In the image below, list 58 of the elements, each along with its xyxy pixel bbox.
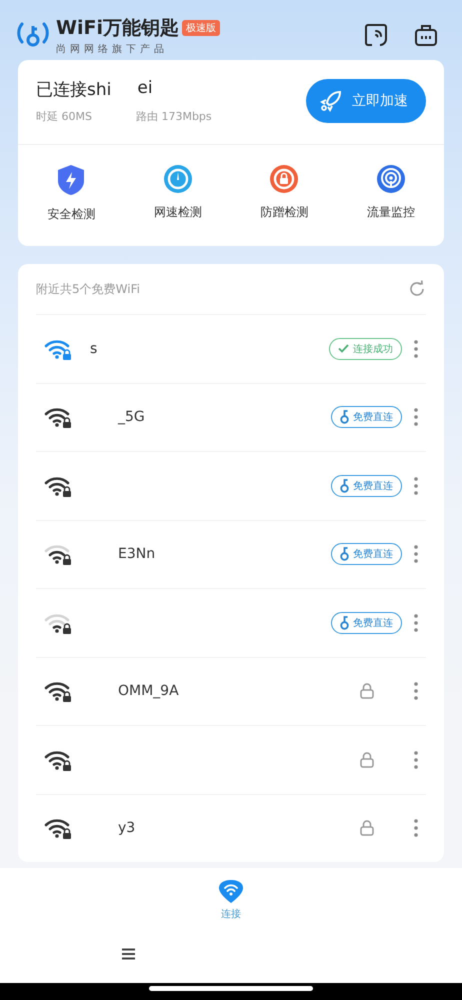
connection-title: ei xyxy=(137,78,153,100)
network-name: s xyxy=(90,340,98,357)
wifi-lock-icon xyxy=(44,817,72,840)
boost-button[interactable]: 立即加速 xyxy=(306,79,426,123)
app-name: WiFi万能钥匙 xyxy=(56,16,179,40)
network-name: E3Nn xyxy=(118,546,156,562)
wifi-lock-icon xyxy=(44,748,72,771)
free-connect-button[interactable]: 免费直连 xyxy=(331,406,402,428)
tool-button[interactable]: 防蹭检测 xyxy=(231,163,338,224)
more-icon[interactable] xyxy=(414,682,418,700)
connected-status: 连接成功 xyxy=(329,338,402,360)
shield-icon xyxy=(56,164,86,196)
lock-icon xyxy=(360,752,374,768)
more-icon[interactable] xyxy=(414,408,418,426)
wifi-lock-icon xyxy=(44,406,72,428)
edition-badge: 极速版 xyxy=(182,20,220,36)
more-icon[interactable] xyxy=(414,340,418,358)
key-icon xyxy=(340,616,349,630)
tool-button[interactable]: 网速检测 xyxy=(124,163,231,224)
key-icon xyxy=(340,410,349,424)
network-name: OMM_9A xyxy=(118,683,179,700)
menu-icon[interactable] xyxy=(122,948,135,960)
toolbox-icon[interactable] xyxy=(414,23,438,47)
wifi-lock-icon xyxy=(44,474,72,497)
check-icon xyxy=(338,344,349,354)
key-icon xyxy=(340,478,349,493)
wifi-lock-icon xyxy=(44,543,72,566)
more-icon[interactable] xyxy=(414,476,418,495)
more-icon[interactable] xyxy=(414,545,418,564)
more-icon[interactable] xyxy=(414,819,418,838)
nearby-title: 附近共5个免费WiFi xyxy=(36,280,140,298)
wifi-lock-icon xyxy=(44,612,72,634)
more-icon[interactable] xyxy=(414,750,418,769)
wifi-lock-icon xyxy=(44,338,72,360)
speedometer-icon xyxy=(162,164,193,194)
wifi-icon xyxy=(218,879,244,903)
more-icon[interactable] xyxy=(414,614,418,632)
connection-stat: 时延 60MS xyxy=(36,109,92,124)
lock-refresh-icon xyxy=(269,164,300,194)
connection-stat: 路由 173Mbps xyxy=(136,109,212,124)
key-icon xyxy=(340,547,349,562)
connection-title: 已连接shi xyxy=(36,79,112,101)
refresh-icon[interactable] xyxy=(408,280,426,298)
free-connect-button[interactable]: 免费直连 xyxy=(331,543,402,566)
free-connect-button[interactable]: 免费直连 xyxy=(331,612,402,634)
lock-icon xyxy=(360,820,374,836)
nav-tab[interactable]: 连接 xyxy=(212,878,250,922)
tool-button[interactable]: 流量监控 xyxy=(338,163,444,224)
signal-icon xyxy=(376,164,406,194)
network-name: _5G xyxy=(118,409,145,426)
rocket-icon xyxy=(320,90,342,112)
wifi-lock-icon xyxy=(44,680,72,702)
cast-icon[interactable] xyxy=(364,23,388,47)
network-name: y3 xyxy=(118,820,136,836)
tagline: 尚网网络旗下产品 xyxy=(56,42,169,56)
lock-icon xyxy=(360,683,374,700)
free-connect-button[interactable]: 免费直连 xyxy=(331,474,402,497)
tool-button[interactable]: 安全检测 xyxy=(18,163,124,224)
